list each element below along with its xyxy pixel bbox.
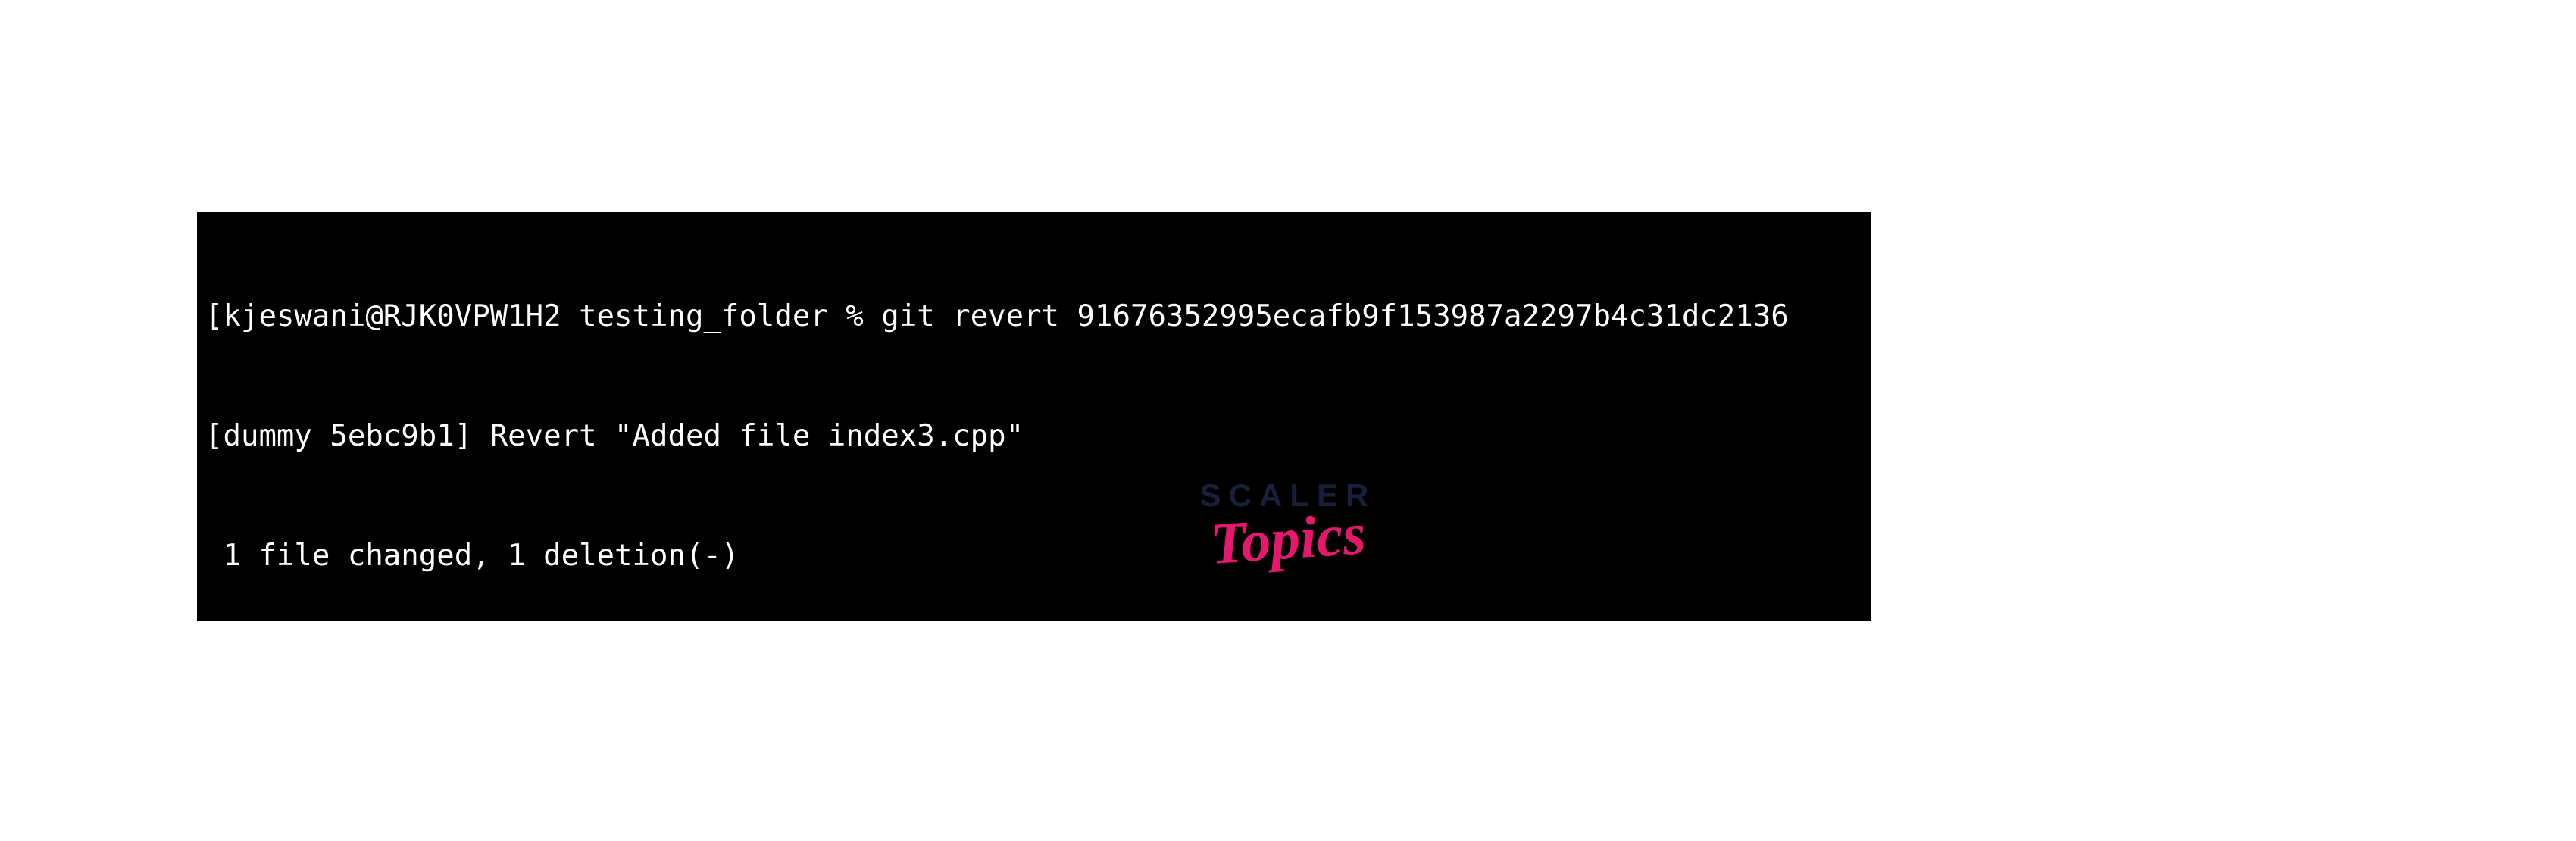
terminal-line-3: 1 file changed, 1 deletion(-) <box>205 536 1863 577</box>
watermark-logo: SCALER Topics <box>1200 477 1377 573</box>
watermark-brand-bottom: Topics <box>1198 499 1378 579</box>
terminal-line-1: [kjeswani@RJK0VPW1H2 testing_folder % gi… <box>205 297 1863 337</box>
terminal-output: [kjeswani@RJK0VPW1H2 testing_folder % gi… <box>197 212 1871 621</box>
terminal-line-2: [dummy 5ebc9b1] Revert "Added file index… <box>205 417 1863 457</box>
